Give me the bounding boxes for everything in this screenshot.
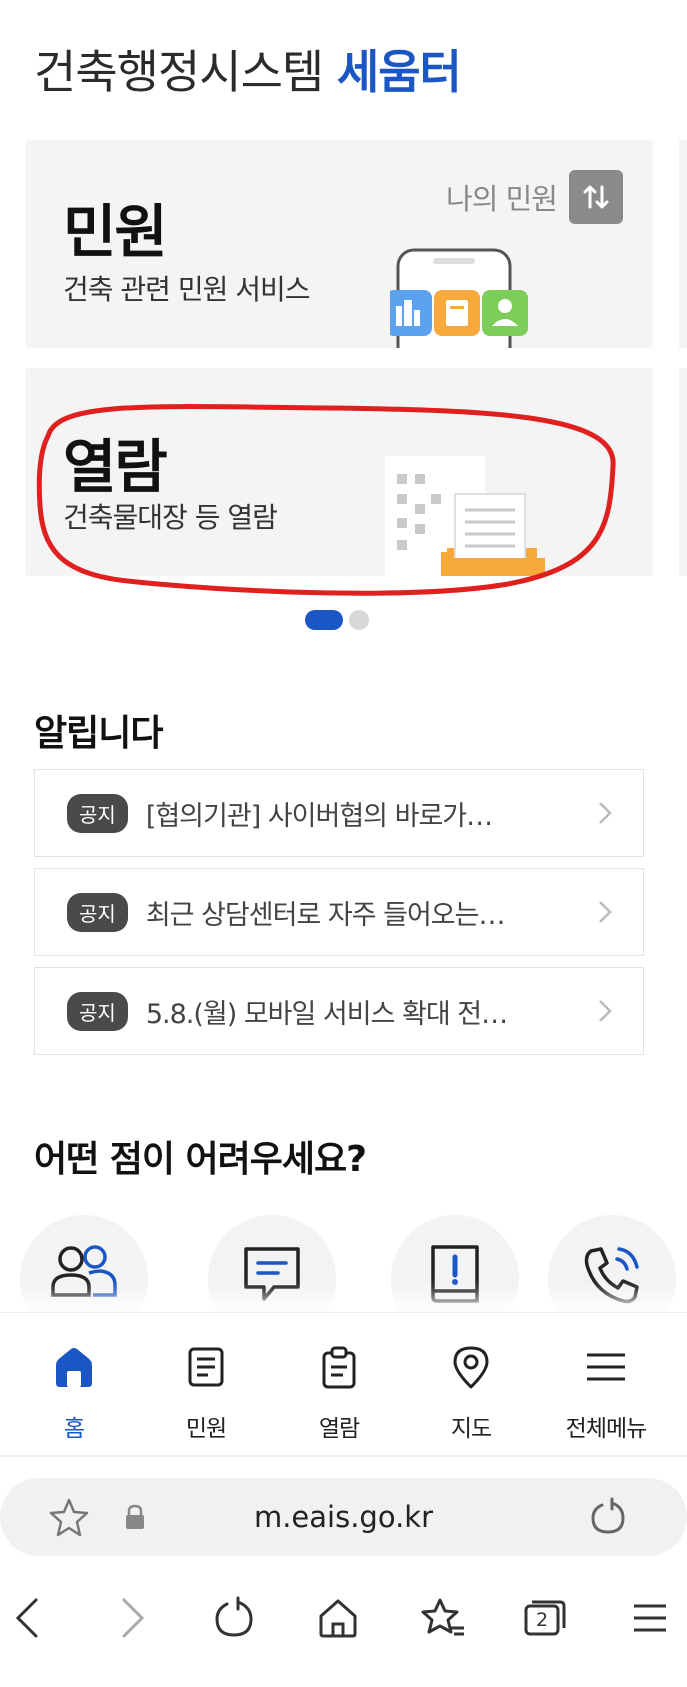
home-icon bbox=[56, 1348, 92, 1387]
help-title: 어떤 점이 어려우세요? bbox=[34, 1139, 367, 1180]
chat-icon bbox=[244, 1247, 300, 1301]
refresh-icon[interactable] bbox=[212, 1596, 256, 1640]
carousel-dot[interactable] bbox=[349, 610, 369, 630]
nav-full-menu-label: 전체메뉴 bbox=[565, 1416, 648, 1442]
browser-toolbar: 2 bbox=[0, 1580, 687, 1660]
chevron-right-icon bbox=[599, 1000, 612, 1022]
nav-yeollam-label: 열람 bbox=[318, 1416, 360, 1442]
notice-badge: 공지 bbox=[67, 892, 128, 932]
nav-full-menu[interactable]: 전체메뉴 bbox=[546, 1345, 666, 1443]
title-brand: 세움터 bbox=[336, 45, 462, 99]
carousel-indicator bbox=[305, 610, 369, 630]
url-text[interactable]: m.eais.go.kr bbox=[0, 1500, 687, 1534]
reload-icon[interactable] bbox=[588, 1497, 628, 1537]
nav-home-label: 홈 bbox=[63, 1416, 85, 1442]
tabs-button[interactable]: 2 bbox=[522, 1596, 568, 1640]
chevron-right-icon bbox=[599, 901, 612, 923]
help-icons-row bbox=[0, 1215, 687, 1343]
phone-call-icon bbox=[584, 1247, 639, 1304]
nav-map[interactable]: 지도 bbox=[411, 1345, 531, 1443]
nav-yeollam[interactable]: 열람 bbox=[279, 1345, 399, 1443]
nav-minwon-label: 민원 bbox=[185, 1416, 227, 1442]
notice-text: [협의기관] 사이버협의 바로가… bbox=[145, 800, 493, 832]
card-yeollam[interactable]: 열람 건축물대장 등 열람 bbox=[25, 368, 653, 576]
back-icon[interactable] bbox=[12, 1596, 42, 1640]
menu-icon bbox=[587, 1353, 625, 1381]
card-yeollam-description: 건축물대장 등 열람 bbox=[63, 501, 278, 534]
url-bar[interactable]: m.eais.go.kr bbox=[0, 1478, 687, 1556]
next-card-peek-2 bbox=[679, 368, 687, 576]
notice-badge: 공지 bbox=[67, 793, 128, 833]
clipboard-icon bbox=[322, 1346, 356, 1389]
document-icon bbox=[188, 1347, 224, 1387]
card-yeollam-title: 열람 bbox=[63, 433, 168, 501]
carousel-dot-active[interactable] bbox=[305, 610, 343, 630]
chevron-right-icon bbox=[599, 802, 612, 824]
notice-badge: 공지 bbox=[67, 991, 128, 1031]
manual-icon bbox=[431, 1245, 479, 1303]
notice-item[interactable]: 공지 5.8.(월) 모바일 서비스 확대 전… bbox=[34, 967, 644, 1055]
card-minwon-title: 민원 bbox=[63, 198, 168, 266]
people-icon bbox=[51, 1245, 117, 1297]
page: 건축행정시스템 세움터 민원 건축 관련 민원 서비스 나의 민원 열람 건축물… bbox=[0, 0, 687, 1687]
forward-icon[interactable] bbox=[118, 1596, 148, 1640]
next-card-peek bbox=[679, 140, 687, 348]
my-minwon-label: 나의 민원 bbox=[446, 182, 558, 216]
browser-home-icon[interactable] bbox=[316, 1596, 360, 1640]
card-minwon-description: 건축 관련 민원 서비스 bbox=[63, 273, 311, 306]
bottom-nav: 홈 민원 열람 지도 전체메뉴 bbox=[0, 1312, 687, 1457]
swap-arrows-icon bbox=[583, 185, 609, 209]
title-prefix: 건축행정시스템 bbox=[34, 45, 324, 99]
tab-count: 2 bbox=[535, 1609, 549, 1631]
page-title: 건축행정시스템 세움터 bbox=[34, 36, 462, 102]
card-minwon[interactable]: 민원 건축 관련 민원 서비스 나의 민원 bbox=[25, 140, 653, 348]
map-pin-icon bbox=[453, 1346, 489, 1389]
building-register-illustration-icon bbox=[385, 456, 545, 576]
nav-minwon[interactable]: 민원 bbox=[146, 1345, 266, 1443]
notice-item[interactable]: 공지 [협의기관] 사이버협의 바로가… bbox=[34, 769, 644, 857]
nav-home[interactable]: 홈 bbox=[14, 1345, 134, 1443]
swap-button[interactable] bbox=[569, 170, 623, 224]
browser-menu-icon[interactable] bbox=[630, 1596, 670, 1640]
my-minwon-toggle[interactable]: 나의 민원 bbox=[446, 170, 623, 224]
bookmarks-icon[interactable] bbox=[420, 1596, 466, 1640]
notice-item[interactable]: 공지 최근 상담센터로 자주 들어오는… bbox=[34, 868, 644, 956]
nav-map-label: 지도 bbox=[450, 1416, 492, 1442]
notices-title: 알립니다 bbox=[34, 713, 163, 754]
notice-text: 최근 상담센터로 자주 들어오는… bbox=[145, 899, 506, 931]
phone-illustration-icon bbox=[390, 248, 528, 348]
notice-text: 5.8.(월) 모바일 서비스 확대 전… bbox=[145, 998, 508, 1030]
